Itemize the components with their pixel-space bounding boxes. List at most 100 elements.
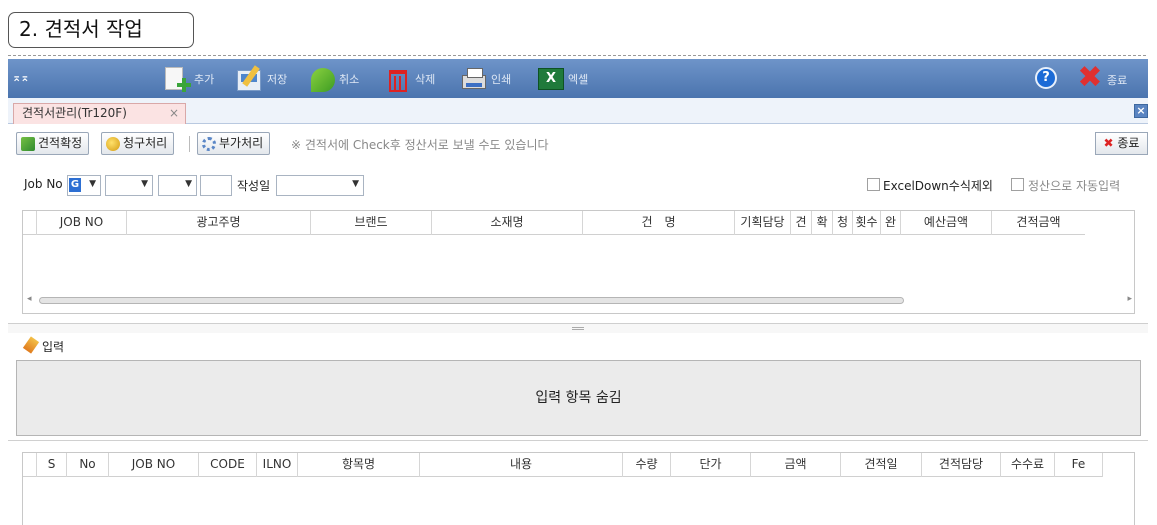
col-code[interactable]: CODE <box>199 453 257 477</box>
scrollbar-thumb[interactable] <box>39 297 904 304</box>
delete-button[interactable]: 삭제 <box>384 59 435 98</box>
quote-list-grid: JOB NO 광고주명 브랜드 소재명 건 명 기획담당 견 확 청 횟수 완 … <box>22 210 1135 314</box>
save-icon <box>236 64 264 93</box>
end-label: 종료 <box>1117 136 1140 150</box>
print-button[interactable]: 인쇄 <box>460 59 511 98</box>
section-divider <box>8 440 1148 441</box>
chevron-down-icon: ▼ <box>89 179 96 189</box>
col-material[interactable]: 소재명 <box>432 211 583 235</box>
close-icon: ✖ <box>1103 136 1114 150</box>
toolbar-separator <box>189 136 190 152</box>
exit-label[interactable]: 종료 <box>1107 72 1127 88</box>
col-count[interactable]: 횟수 <box>853 211 881 235</box>
delete-button-label: 삭제 <box>415 72 436 86</box>
section-title: 2. 견적서 작업 <box>8 12 194 48</box>
splitter-grip[interactable] <box>572 327 584 330</box>
trash-icon <box>384 65 412 93</box>
claim-button[interactable]: 청구처리 <box>101 132 175 155</box>
extra-process-button[interactable]: 부가처리 <box>197 132 271 155</box>
confirm-quote-button[interactable]: 견적확정 <box>16 132 90 155</box>
col-job-no[interactable]: JOB NO <box>109 453 199 477</box>
end-button[interactable]: ✖ 종료 <box>1095 132 1148 155</box>
scroll-left-icon[interactable]: ◂ <box>27 294 32 304</box>
filter-bar: Job No G ▼ ▼ ▼ 작성일 ▼ ExcelDown수식제외 정산으로 … <box>8 162 1148 206</box>
help-icon[interactable]: ? <box>1035 67 1057 89</box>
col-budget[interactable]: 예산금액 <box>901 211 992 235</box>
auto-settle-label: 정산으로 자동입력 <box>1028 179 1121 193</box>
tab-quote-management[interactable]: 견적서관리(Tr120F) × <box>13 103 186 124</box>
job-type-badge: G <box>69 178 81 192</box>
close-all-tabs-icon[interactable]: × <box>1134 104 1148 118</box>
scroll-right-icon[interactable]: ▸ <box>1127 294 1132 304</box>
job-no-type-select[interactable]: G ▼ <box>67 175 101 196</box>
add-button-label: 추가 <box>194 72 215 86</box>
col-claim-flag[interactable]: 청 <box>833 211 853 235</box>
col-subject[interactable]: 건 명 <box>583 211 735 235</box>
job-no-label: Job No <box>24 177 63 191</box>
job-no-year-select[interactable]: ▼ <box>105 175 153 196</box>
col-unit-price[interactable]: 단가 <box>671 453 751 477</box>
col-s[interactable]: S <box>37 453 67 477</box>
pencil-icon <box>22 336 40 354</box>
excel-icon: X <box>537 65 565 93</box>
collapse-icon[interactable]: ⌅⌅ <box>12 72 32 91</box>
excel-down-checkbox[interactable] <box>867 178 880 191</box>
cancel-button[interactable]: 취소 <box>308 59 359 98</box>
excel-button[interactable]: X 엑셀 <box>537 59 588 98</box>
col-brand[interactable]: 브랜드 <box>311 211 432 235</box>
col-fee[interactable]: Fe <box>1055 453 1103 477</box>
save-button[interactable]: 저장 <box>236 59 287 98</box>
input-section-header: 입력 <box>8 333 1148 357</box>
col-ilno[interactable]: ILNO <box>257 453 298 477</box>
col-advertiser[interactable]: 광고주명 <box>127 211 311 235</box>
col-item-name[interactable]: 항목명 <box>298 453 420 477</box>
tab-label: 견적서관리(Tr120F) <box>22 106 127 120</box>
col-commission[interactable]: 수수료 <box>1001 453 1055 477</box>
job-no-seq-input[interactable] <box>200 175 232 196</box>
col-quote-amount[interactable]: 견적금액 <box>992 211 1085 235</box>
tab-strip: 견적서관리(Tr120F) × × <box>8 98 1148 124</box>
main-toolbar: ⌅⌅ 추가 저장 취소 삭제 인쇄 X 엑셀 ? ✖ 종료 <box>8 59 1148 98</box>
job-no-month-select[interactable]: ▼ <box>158 175 197 196</box>
quote-grid-header: JOB NO 광고주명 브랜드 소재명 건 명 기획담당 견 확 청 횟수 완 … <box>23 211 1085 235</box>
save-button-label: 저장 <box>267 72 288 86</box>
created-date-select[interactable]: ▼ <box>276 175 364 196</box>
col-quote-manager[interactable]: 견적담당 <box>922 453 1001 477</box>
gear-icon <box>202 136 216 151</box>
col-no[interactable]: No <box>67 453 109 477</box>
input-section-title: 입력 <box>42 340 65 354</box>
excel-down-label: ExcelDown수식제외 <box>883 179 993 193</box>
extra-process-label: 부가처리 <box>219 136 264 150</box>
chevron-down-icon: ▼ <box>352 179 359 189</box>
col-quantity[interactable]: 수량 <box>623 453 671 477</box>
cancel-button-label: 취소 <box>339 72 360 86</box>
tab-close-icon[interactable]: × <box>169 104 179 123</box>
col-planner[interactable]: 기획담당 <box>735 211 791 235</box>
excel-button-label: 엑셀 <box>568 72 589 86</box>
detail-grid-header: S No JOB NO CODE ILNO 항목명 내용 수량 단가 금액 견적… <box>23 453 1103 477</box>
created-date-label: 작성일 <box>237 179 271 193</box>
title-divider <box>8 55 1146 56</box>
col-amount[interactable]: 금액 <box>751 453 841 477</box>
panel-splitter[interactable] <box>8 323 1148 333</box>
col-quote-flag[interactable]: 견 <box>791 211 812 235</box>
print-button-label: 인쇄 <box>491 72 512 86</box>
col-content[interactable]: 내용 <box>420 453 623 477</box>
col-select <box>23 211 37 235</box>
horizontal-scrollbar[interactable]: ◂ ▸ <box>27 294 1132 306</box>
col-job-no[interactable]: JOB NO <box>37 211 127 235</box>
undo-arrow-icon <box>308 65 336 93</box>
col-confirm-flag[interactable]: 확 <box>812 211 833 235</box>
action-bar: 견적확정 청구처리 부가처리 ※ 견적서에 Check후 정산서로 보낼 수도 … <box>8 124 1148 162</box>
confirm-quote-label: 견적확정 <box>38 136 83 150</box>
printer-icon <box>460 65 488 93</box>
add-button[interactable]: 추가 <box>163 59 214 98</box>
coin-icon <box>106 136 120 151</box>
col-quote-date[interactable]: 견적일 <box>841 453 922 477</box>
col-complete-flag[interactable]: 완 <box>881 211 901 235</box>
col-select <box>23 453 37 477</box>
exit-icon[interactable]: ✖ <box>1077 63 1103 93</box>
auto-settle-checkbox[interactable] <box>1011 178 1024 191</box>
input-hidden-panel[interactable]: 입력 항목 숨김 <box>16 360 1141 436</box>
add-document-icon <box>163 65 191 93</box>
